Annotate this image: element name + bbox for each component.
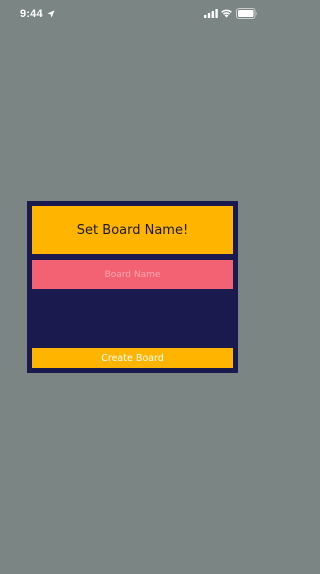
status-bar: 9:44 xyxy=(0,0,265,30)
wifi-icon xyxy=(221,9,232,18)
dialog-title: Set Board Name! xyxy=(76,222,189,238)
battery-icon xyxy=(236,8,257,19)
dialog-header: Set Board Name! xyxy=(32,206,233,254)
board-name-input[interactable] xyxy=(32,260,233,289)
create-board-button[interactable]: Create Board xyxy=(32,348,233,368)
signal-icon xyxy=(204,9,218,18)
status-time: 9:44 xyxy=(20,8,43,20)
set-board-name-dialog: Set Board Name! Create Board xyxy=(27,201,238,373)
location-arrow-icon xyxy=(47,10,55,18)
